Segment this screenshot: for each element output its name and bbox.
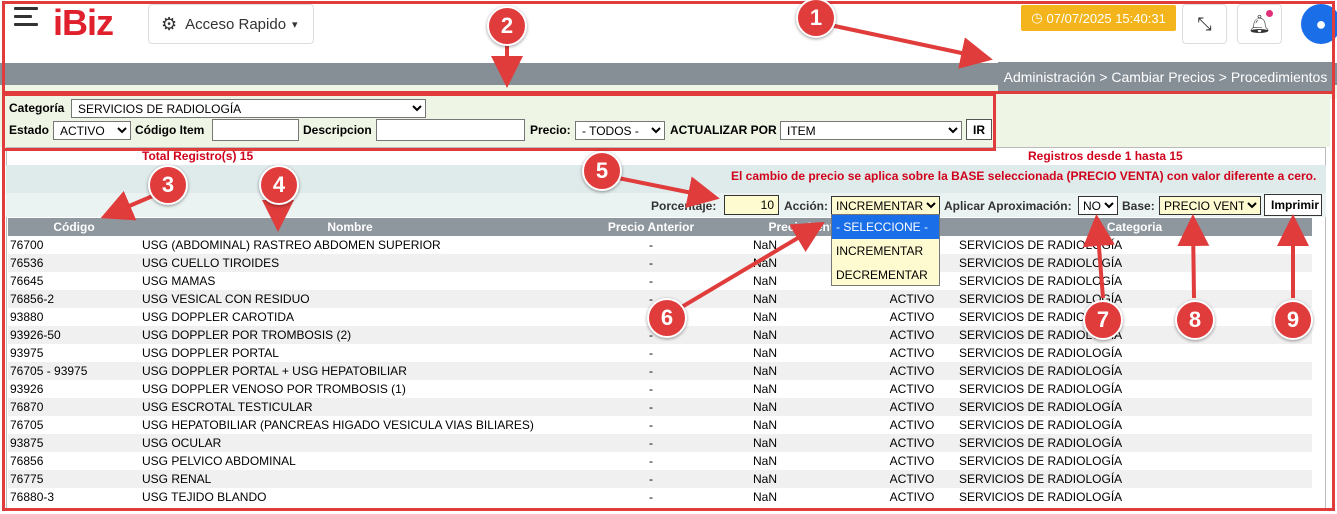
arrow-8 xyxy=(1177,214,1210,299)
annotation-badge-2: 2 xyxy=(487,6,527,46)
annotation-badge-9: 9 xyxy=(1273,300,1313,340)
arrow-3 xyxy=(100,190,156,221)
arrow-5 xyxy=(617,176,720,208)
annotation-badge-8: 8 xyxy=(1175,300,1215,340)
arrow-6 xyxy=(678,221,825,310)
annotation-badge-5: 5 xyxy=(582,151,622,191)
annotation-badge-6: 6 xyxy=(647,298,687,338)
annotation-arrows xyxy=(100,23,1309,310)
annotation-badge-4: 4 xyxy=(259,165,299,205)
annotation-badge-7: 7 xyxy=(1083,300,1123,340)
arrow-1 xyxy=(829,23,993,69)
arrow-7 xyxy=(1082,214,1115,299)
annotation-badge-3: 3 xyxy=(148,165,188,205)
